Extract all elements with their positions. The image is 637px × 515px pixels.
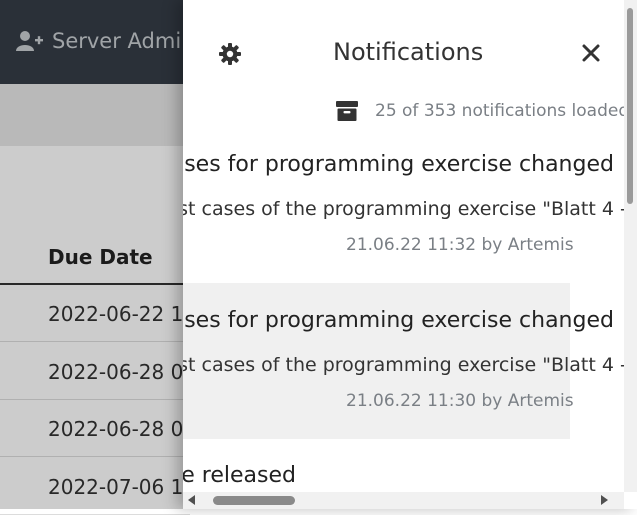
horizontal-scrollbar-thumb[interactable] xyxy=(213,496,295,505)
notification-title: t cases for programming exercise changed xyxy=(183,152,614,177)
vertical-scrollbar[interactable] xyxy=(624,0,637,492)
notification-item[interactable]: t cases for programming exercise changed… xyxy=(183,130,637,286)
scroll-left-arrow-icon[interactable] xyxy=(188,495,195,505)
notification-meta: 21.06.22 11:30 by Artemis xyxy=(346,391,574,411)
archive-icon[interactable] xyxy=(335,100,359,122)
vertical-scrollbar-thumb[interactable] xyxy=(627,8,633,204)
horizontal-scrollbar[interactable] xyxy=(183,492,624,509)
scroll-right-arrow-icon[interactable] xyxy=(601,495,608,505)
notification-title: t cases for programming exercise changed xyxy=(183,308,614,333)
gear-icon[interactable] xyxy=(218,42,242,66)
notification-text: test cases of the programming exercise "… xyxy=(183,354,637,376)
loaded-count-text: 25 of 353 notifications loaded xyxy=(375,101,630,121)
notification-item[interactable]: t cases for programming exercise changed… xyxy=(183,283,637,439)
notification-text: test cases of the programming exercise "… xyxy=(183,198,637,220)
notification-title: rcise released xyxy=(183,463,296,488)
sidebar-title: Notifications xyxy=(333,38,484,66)
notification-meta: 21.06.22 11:32 by Artemis xyxy=(346,235,574,255)
notification-item[interactable]: rcise released xyxy=(183,439,570,492)
loaded-status: 25 of 353 notifications loaded xyxy=(335,100,629,122)
notification-sidebar: Notifications 25 of 353 notifications lo… xyxy=(183,0,637,509)
close-icon[interactable] xyxy=(581,42,601,64)
